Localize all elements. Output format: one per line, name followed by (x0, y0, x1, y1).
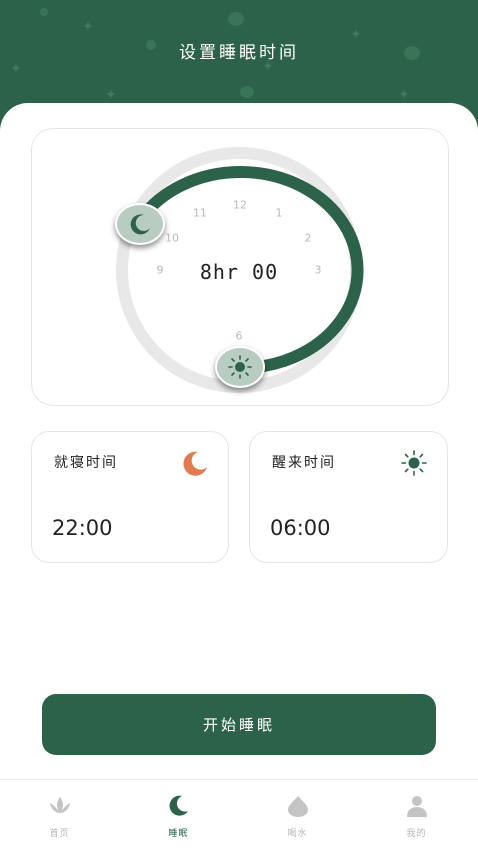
moon-icon (169, 795, 188, 816)
clock-number-2: 2 (304, 231, 312, 245)
tab-profile[interactable]: 我的 (357, 780, 476, 851)
bedtime-card[interactable]: 就寝时间 22:00 (31, 431, 229, 563)
clock-number-1: 1 (275, 206, 283, 220)
sun-icon (228, 355, 252, 379)
clock-number-6: 6 (235, 329, 243, 343)
sun-icon (401, 450, 427, 476)
tab-profile-label: 我的 (406, 829, 427, 839)
clock-number-9: 9 (156, 263, 164, 277)
clock-number-10: 10 (165, 231, 179, 245)
tab-sleep[interactable]: 睡眠 (119, 780, 238, 851)
tab-water-label: 喝水 (287, 829, 308, 839)
bedtime-value: 22:00 (52, 516, 113, 540)
lotus-icon (50, 797, 70, 813)
wake-knob[interactable] (215, 346, 265, 388)
user-icon (407, 796, 427, 817)
tab-home[interactable]: 首页 (0, 780, 119, 851)
sleep-duration: 8hr 00 (199, 260, 279, 284)
wake-card[interactable]: 醒来时间 06:00 (249, 431, 448, 563)
bedtime-knob[interactable] (115, 203, 165, 245)
start-sleep-button[interactable]: 开始睡眠 (42, 694, 436, 755)
tab-home-label: 首页 (49, 829, 70, 839)
clock-number-12: 12 (233, 198, 247, 212)
moon-icon (130, 214, 150, 235)
tab-sleep-label: 睡眠 (168, 829, 189, 839)
clock-number-11: 11 (193, 206, 207, 220)
tab-water[interactable]: 喝水 (238, 780, 357, 851)
clock-number-3: 3 (314, 263, 322, 277)
wake-label: 醒来时间 (272, 455, 336, 471)
water-drop-icon (288, 796, 308, 817)
bedtime-label: 就寝时间 (54, 455, 118, 471)
bottom-tab-bar: 首页 睡眠 喝水 我的 (0, 779, 478, 851)
wake-value: 06:00 (270, 516, 331, 540)
moon-icon (183, 451, 207, 476)
